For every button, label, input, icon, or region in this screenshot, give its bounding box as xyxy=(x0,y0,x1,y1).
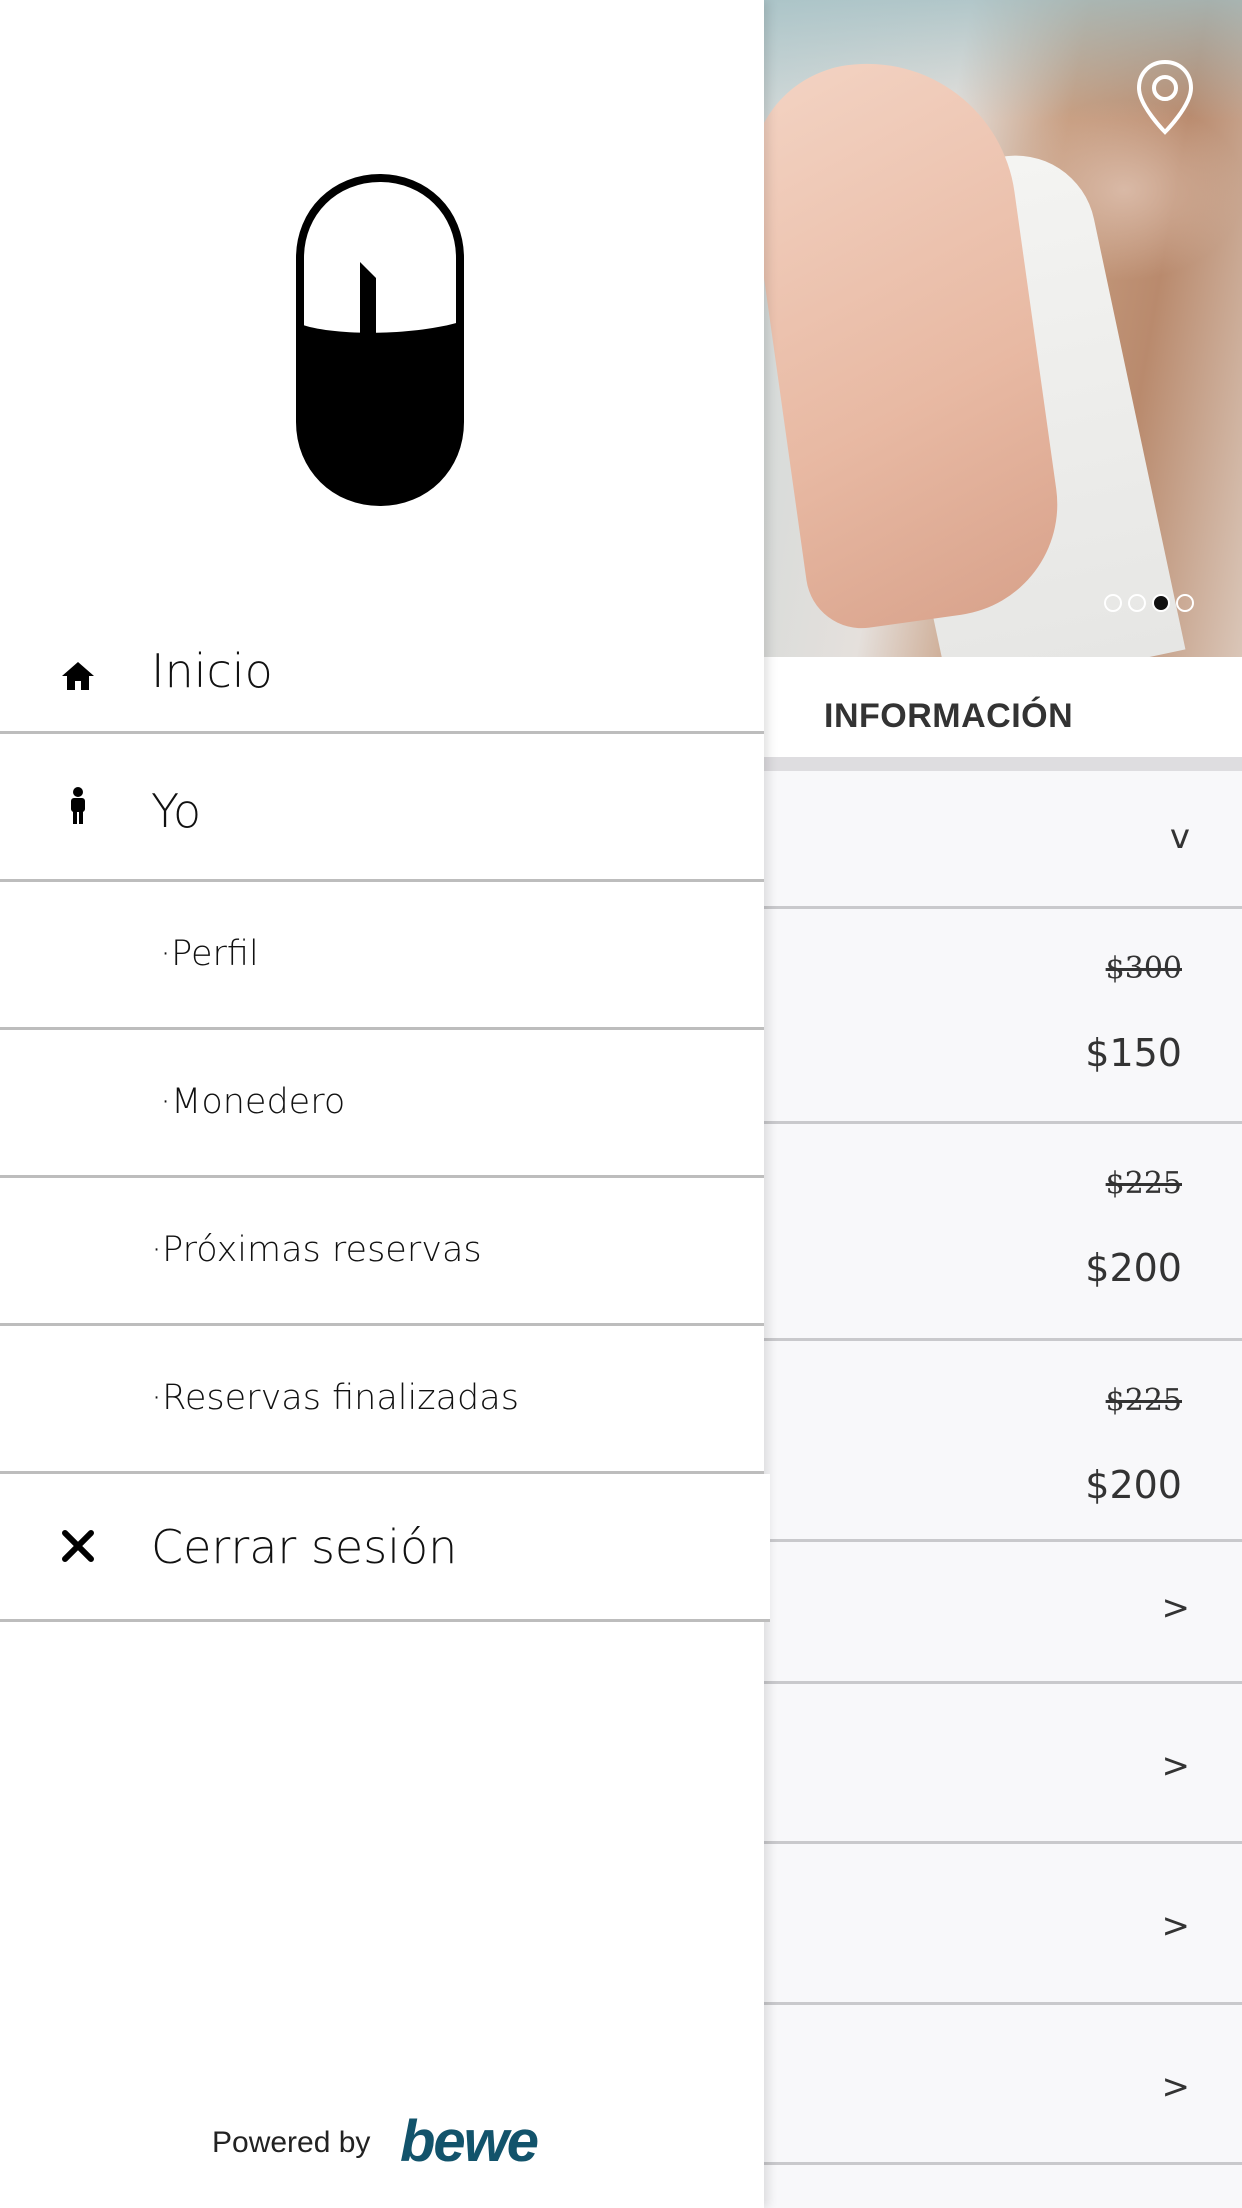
link-row[interactable]: > xyxy=(764,1684,1242,1844)
info-section-header: INFORMACIÓN xyxy=(764,657,1242,757)
original-price: $225 xyxy=(1105,1166,1182,1201)
link-row[interactable]: > xyxy=(764,2005,1242,2165)
main-content: INFORMACIÓN v $300 $150 $225 $200 $225 $… xyxy=(764,0,1242,2208)
carousel-dot[interactable] xyxy=(1104,594,1122,612)
chevron-right-icon: > xyxy=(1161,1746,1191,1786)
chevron-right-icon: > xyxy=(1161,1588,1191,1628)
menu-item-label: Inicio xyxy=(151,644,273,698)
powered-by-label: Powered by xyxy=(212,2126,371,2159)
menu-item-label: Yo xyxy=(151,784,202,838)
menu-item-label: ·Reservas finalizadas xyxy=(151,1378,519,1418)
link-row[interactable]: > xyxy=(764,1542,1242,1684)
bewe-logo[interactable]: bewe xyxy=(400,2108,539,2175)
discount-price: $200 xyxy=(1085,1463,1182,1507)
carousel-dot[interactable] xyxy=(1128,594,1146,612)
carousel-indicators xyxy=(1104,594,1194,612)
menu-item-proximas-reservas[interactable]: ·Próximas reservas xyxy=(0,1178,764,1326)
original-price: $300 xyxy=(1105,951,1182,986)
price-row[interactable]: $225 $200 xyxy=(764,1124,1242,1341)
navigation-drawer: Inicio Yo ·Perfil ·Monedero ·Próximas re… xyxy=(0,0,770,2208)
hero-image-hand xyxy=(764,44,1072,636)
menu-item-label: ·Perfil xyxy=(160,934,259,974)
menu-item-label: ·Monedero xyxy=(160,1082,346,1122)
carousel-dot-active[interactable] xyxy=(1152,594,1170,612)
discount-price: $150 xyxy=(1085,1031,1182,1075)
menu-item-monedero[interactable]: ·Monedero xyxy=(0,1030,764,1178)
location-pin-icon[interactable] xyxy=(1134,58,1196,136)
original-price: $225 xyxy=(1105,1383,1182,1418)
chevron-right-icon: > xyxy=(1161,1906,1191,1946)
carousel-dot[interactable] xyxy=(1176,594,1194,612)
menu-item-label: ·Próximas reservas xyxy=(151,1230,482,1270)
menu-item-yo[interactable]: Yo xyxy=(0,734,764,882)
person-icon xyxy=(71,787,85,824)
price-row[interactable]: $300 $150 xyxy=(764,909,1242,1124)
section-divider xyxy=(764,757,1242,771)
close-icon xyxy=(62,1530,94,1562)
link-row[interactable]: > xyxy=(764,1844,1242,2005)
menu-item-label: Cerrar sesión xyxy=(151,1520,458,1574)
menu-item-inicio[interactable]: Inicio xyxy=(0,624,764,734)
brand-logo xyxy=(296,173,464,507)
home-icon xyxy=(62,662,94,690)
discount-price: $200 xyxy=(1085,1246,1182,1290)
price-row[interactable]: $225 $200 xyxy=(764,1341,1242,1542)
menu-item-reservas-finalizadas[interactable]: ·Reservas finalizadas xyxy=(0,1326,764,1474)
menu-item-cerrar-sesion[interactable]: Cerrar sesión xyxy=(0,1474,770,1622)
hero-carousel[interactable] xyxy=(764,0,1242,657)
chevron-down-icon: v xyxy=(1169,817,1190,857)
section-title: INFORMACIÓN xyxy=(824,697,1074,735)
chevron-right-icon: > xyxy=(1161,2067,1191,2107)
collapse-row[interactable]: v xyxy=(764,771,1242,909)
menu-item-perfil[interactable]: ·Perfil xyxy=(0,882,764,1030)
